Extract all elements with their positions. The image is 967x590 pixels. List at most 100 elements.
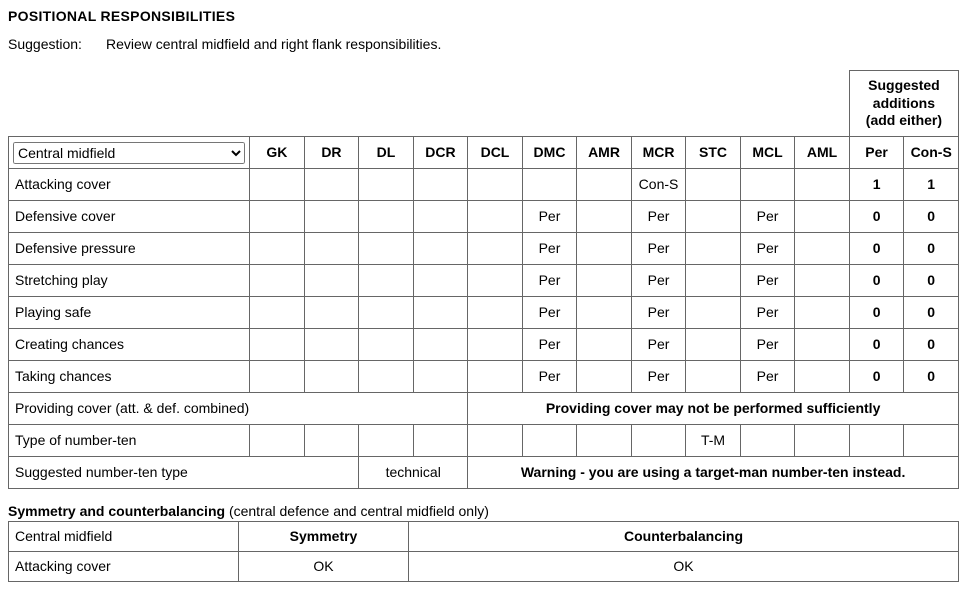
cell: Per — [631, 296, 686, 328]
cell — [795, 360, 850, 392]
cell — [304, 264, 359, 296]
table-row: Defensive pressurePerPerPer00 — [9, 232, 959, 264]
cell: Per — [631, 232, 686, 264]
cell — [522, 168, 577, 200]
row-label: Stretching play — [9, 264, 250, 296]
per-cell: 0 — [849, 232, 904, 264]
cell — [468, 168, 523, 200]
type-ten-row: Type of number-ten T-M — [9, 424, 959, 456]
positional-table: Suggested additions (add either) Central… — [8, 70, 959, 489]
symmetry-table: Central midfield Symmetry Counterbalanci… — [8, 521, 959, 582]
per-cell: 1 — [849, 168, 904, 200]
cons-cell: 0 — [904, 296, 959, 328]
providing-cover-message: Providing cover may not be performed suf… — [468, 392, 959, 424]
col-head: Per — [849, 136, 904, 168]
cell — [304, 424, 359, 456]
cell — [304, 360, 359, 392]
cell — [740, 168, 795, 200]
cell: Per — [740, 264, 795, 296]
col-head: DL — [359, 136, 414, 168]
cell — [468, 296, 523, 328]
suggested-ten-message: Warning - you are using a target-man num… — [468, 456, 959, 488]
cell — [304, 296, 359, 328]
cell — [468, 200, 523, 232]
symmetry-title-bold: Symmetry and counterbalancing — [8, 503, 225, 519]
area-dropdown[interactable]: Central midfield — [13, 142, 245, 164]
row-label: Attacking cover — [9, 168, 250, 200]
cell — [795, 424, 850, 456]
cons-cell: 0 — [904, 360, 959, 392]
cell: Per — [740, 296, 795, 328]
per-cell: 0 — [849, 264, 904, 296]
cell — [686, 296, 741, 328]
suggestion-text: Review central midfield and right flank … — [106, 36, 441, 52]
cell — [795, 264, 850, 296]
symmetry-row: Attacking cover OK OK — [9, 551, 959, 581]
cell — [795, 232, 850, 264]
table-row: Stretching playPerPerPer00 — [9, 264, 959, 296]
suggested-header-row: Suggested additions (add either) — [9, 71, 959, 137]
cell — [631, 424, 686, 456]
cell — [359, 232, 414, 264]
table-row: Creating chancesPerPerPer00 — [9, 328, 959, 360]
table-row: Taking chancesPerPerPer00 — [9, 360, 959, 392]
cell — [359, 296, 414, 328]
cell — [250, 360, 305, 392]
cons-cell: 0 — [904, 328, 959, 360]
symmetry-group-label: Central midfield — [9, 521, 239, 551]
symmetry-header-row: Central midfield Symmetry Counterbalanci… — [9, 521, 959, 551]
col-head: Con-S — [904, 136, 959, 168]
cell — [577, 200, 632, 232]
cell — [413, 296, 468, 328]
cell — [250, 232, 305, 264]
cell — [413, 328, 468, 360]
suggestion-label: Suggestion: — [8, 36, 82, 52]
table-row: Attacking cover Con-S 11 — [9, 168, 959, 200]
cell — [577, 264, 632, 296]
cell — [468, 360, 523, 392]
cell: Per — [522, 264, 577, 296]
cell: Con-S — [631, 168, 686, 200]
cell: Per — [631, 328, 686, 360]
row-label: Taking chances — [9, 360, 250, 392]
suggested-line2: additions — [854, 95, 954, 113]
cell: Per — [522, 232, 577, 264]
cell — [304, 200, 359, 232]
table-row: Playing safePerPerPer00 — [9, 296, 959, 328]
col-head: DMC — [522, 136, 577, 168]
row-label: Creating chances — [9, 328, 250, 360]
suggested-additions-header: Suggested additions (add either) — [849, 71, 958, 137]
cell — [250, 200, 305, 232]
cell: Per — [522, 200, 577, 232]
cell — [522, 424, 577, 456]
col-head: GK — [250, 136, 305, 168]
col-head: MCR — [631, 136, 686, 168]
suggestion-row: Suggestion: Review central midfield and … — [8, 36, 959, 52]
cell — [359, 328, 414, 360]
symmetry-title: Symmetry and counterbalancing (central d… — [8, 503, 959, 519]
suggested-line3: (add either) — [854, 112, 954, 130]
cons-cell: 0 — [904, 264, 959, 296]
cell — [413, 360, 468, 392]
cell — [304, 328, 359, 360]
cell: Per — [631, 360, 686, 392]
cell — [577, 232, 632, 264]
counterbalancing-col-head: Counterbalancing — [409, 521, 959, 551]
per-cell: 0 — [849, 360, 904, 392]
providing-cover-row: Providing cover (att. & def. combined) P… — [9, 392, 959, 424]
cons-cell: 1 — [904, 168, 959, 200]
cell — [468, 232, 523, 264]
suggested-ten-label: Suggested number-ten type — [9, 456, 359, 488]
section-title: POSITIONAL RESPONSIBILITIES — [8, 8, 959, 24]
table-row: Defensive coverPerPerPer00 — [9, 200, 959, 232]
cell: Per — [631, 200, 686, 232]
col-head: DCL — [468, 136, 523, 168]
cell — [468, 264, 523, 296]
suggested-ten-row: Suggested number-ten type technical Warn… — [9, 456, 959, 488]
cell — [359, 360, 414, 392]
col-head: DR — [304, 136, 359, 168]
cell — [304, 168, 359, 200]
cell — [686, 328, 741, 360]
cell — [413, 200, 468, 232]
cell — [577, 328, 632, 360]
